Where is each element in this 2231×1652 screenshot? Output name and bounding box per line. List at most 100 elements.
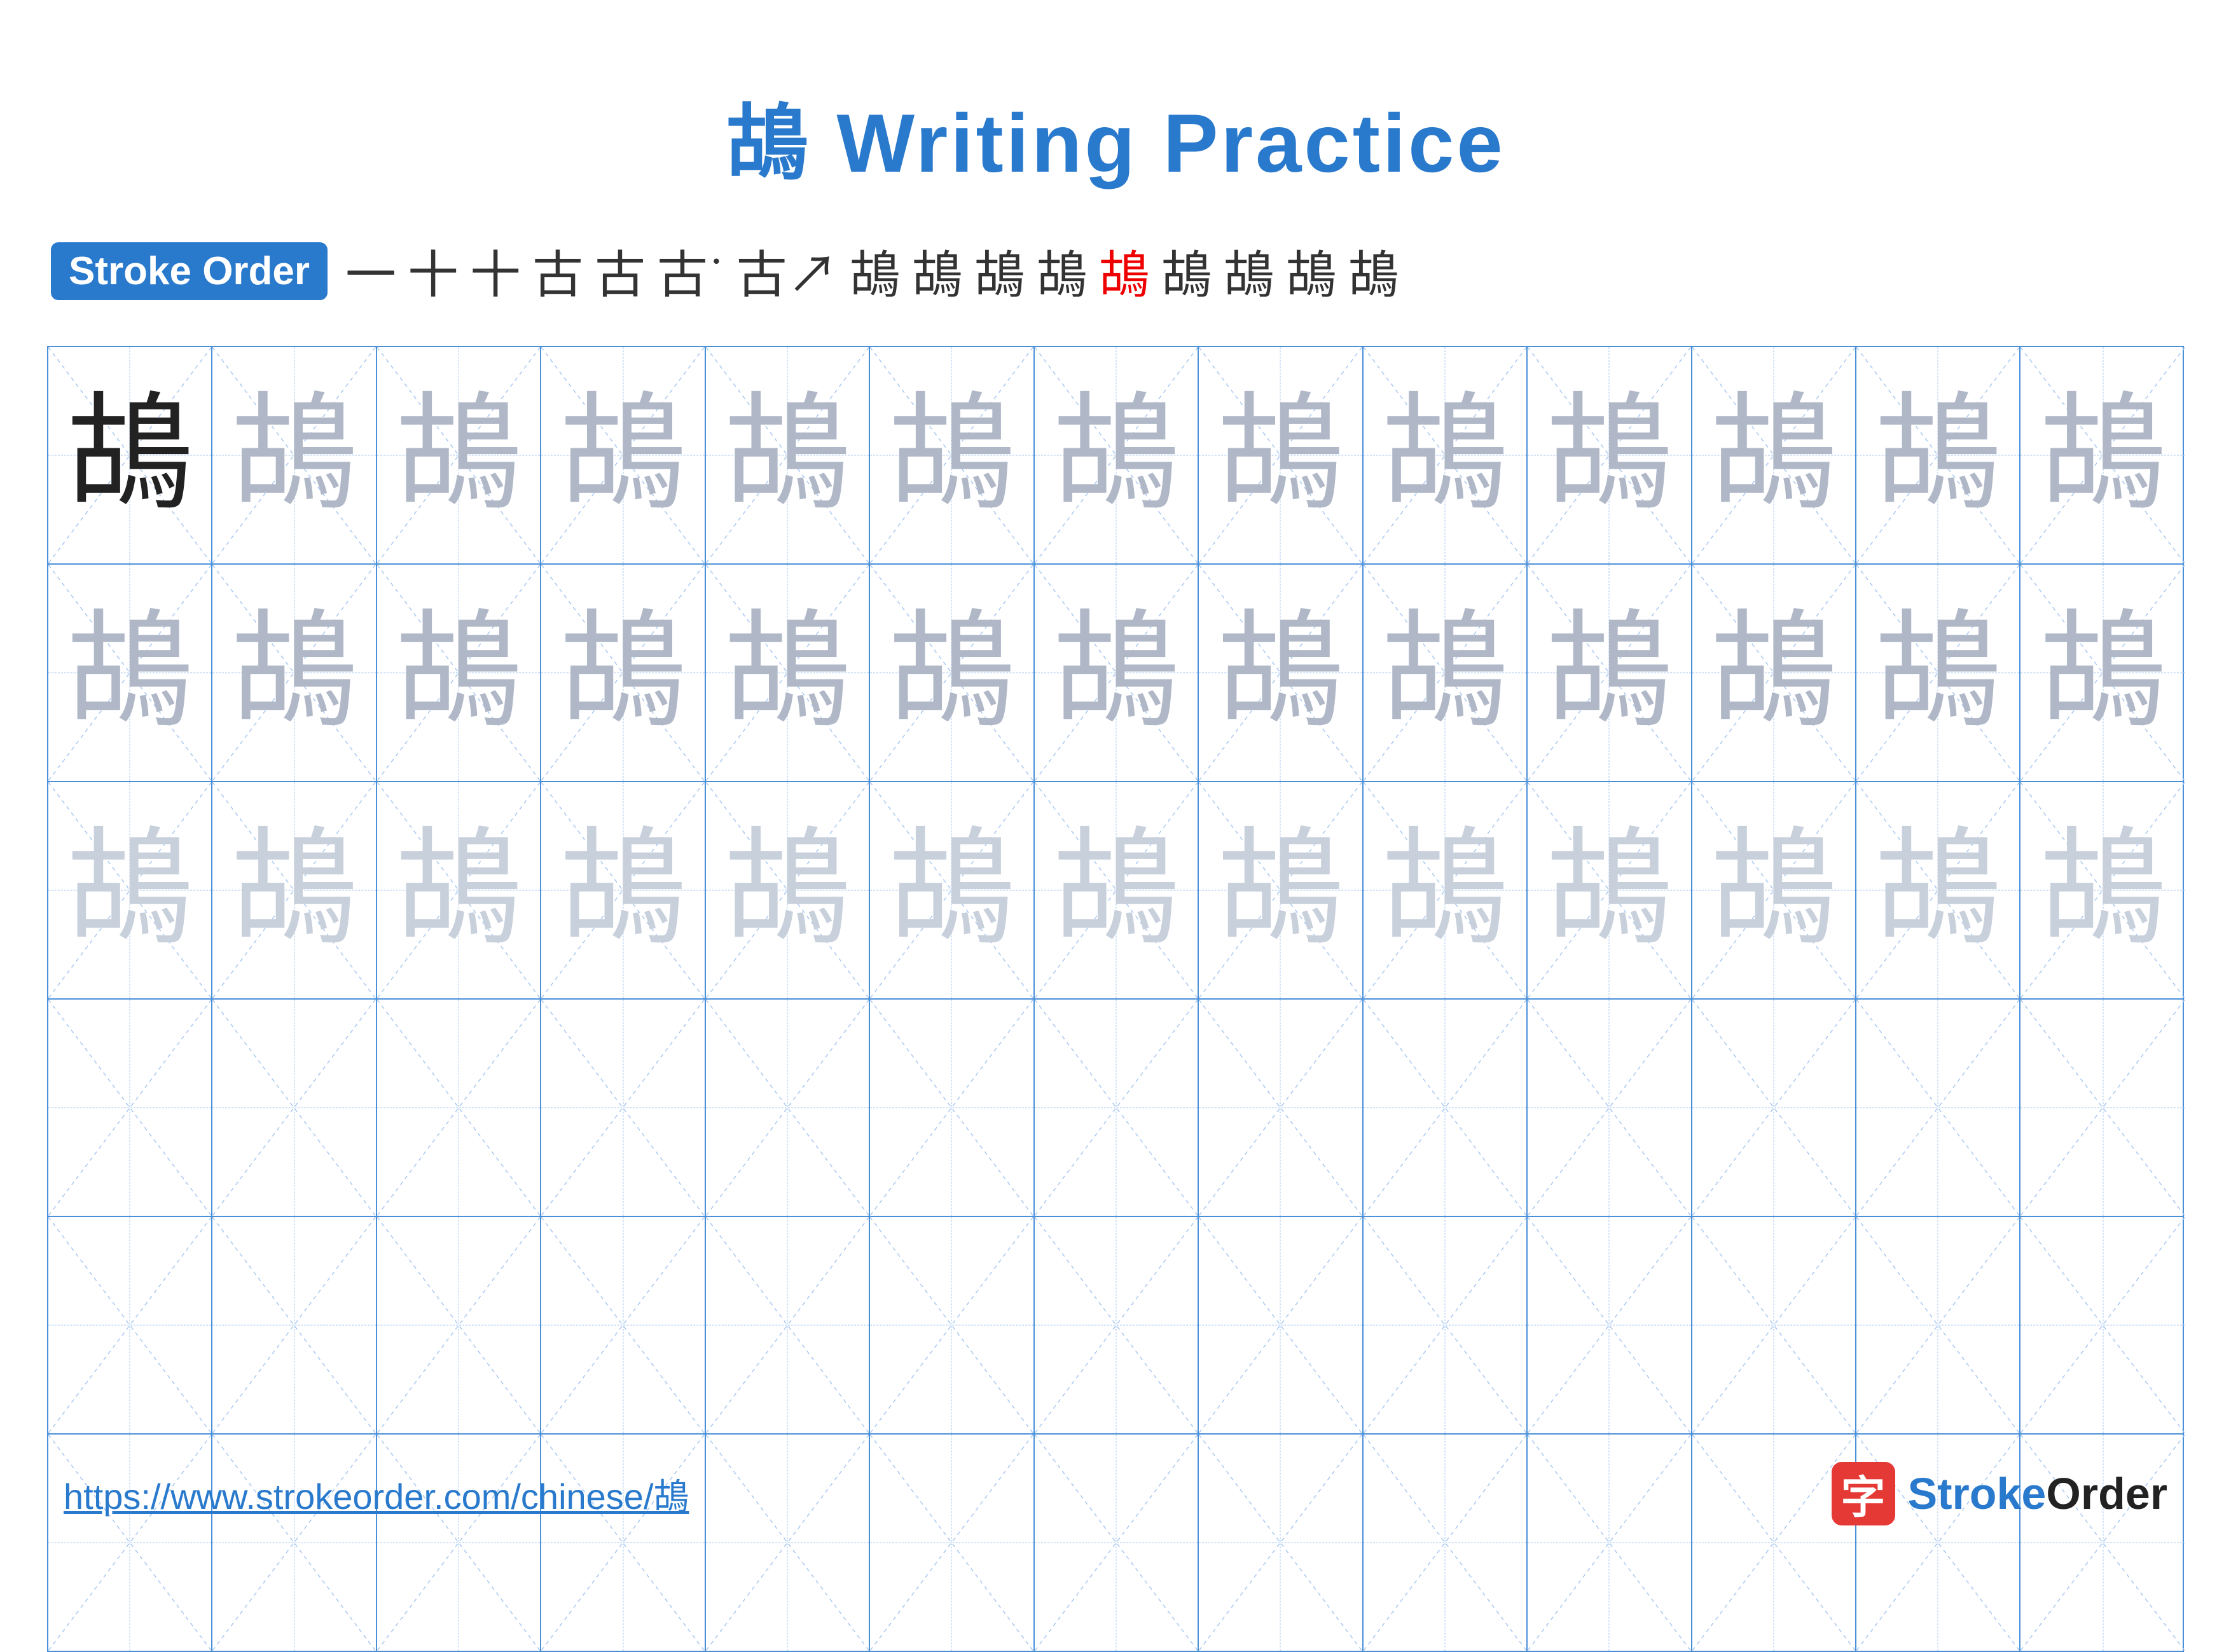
practice-char: 鴣 — [395, 392, 522, 519]
grid-cell[interactable]: 鴣 — [2020, 565, 2185, 781]
practice-char: 鴣 — [724, 609, 851, 736]
grid-row-4 — [48, 1000, 2183, 1217]
grid-cell[interactable] — [1364, 1217, 1528, 1433]
practice-char: 鴣 — [231, 609, 358, 736]
practice-char: 鴣 — [395, 609, 522, 736]
grid-cell[interactable] — [870, 1217, 1034, 1433]
practice-char: 鴣 — [1710, 392, 1837, 519]
grid-cell[interactable]: 鴣 — [870, 347, 1034, 563]
grid-cell[interactable]: 鴣 — [377, 782, 541, 998]
grid-cell[interactable] — [1856, 1000, 2020, 1216]
grid-cell[interactable]: 鴣 — [1528, 347, 1692, 563]
grid-cell[interactable]: 鴣 — [377, 565, 541, 781]
grid-cell[interactable] — [377, 1217, 541, 1433]
grid-cell[interactable] — [212, 1217, 376, 1433]
grid-cell[interactable] — [1199, 1000, 1363, 1216]
grid-cell[interactable]: 鴣 — [706, 347, 870, 563]
grid-cell[interactable] — [2020, 1217, 2185, 1433]
grid-cell[interactable]: 鴣 — [1856, 565, 2020, 781]
grid-cell[interactable]: 鴣 — [1856, 347, 2020, 563]
grid-cell[interactable] — [706, 1217, 870, 1433]
practice-char: 鴣 — [231, 392, 358, 519]
grid-cell[interactable]: 鴣 — [1856, 782, 2020, 998]
grid-cell[interactable]: 鴣 — [48, 782, 212, 998]
grid-cell[interactable]: 鴣 — [1364, 782, 1528, 998]
grid-cell[interactable] — [1528, 1217, 1692, 1433]
grid-cell[interactable]: 鴣 — [1199, 782, 1363, 998]
grid-cell[interactable] — [1528, 1000, 1692, 1216]
stroke-15: 鴣 — [1286, 234, 1337, 308]
grid-cell[interactable] — [1364, 1000, 1528, 1216]
grid-cell[interactable] — [1199, 1217, 1363, 1433]
grid-cell[interactable]: 鴣 — [1528, 782, 1692, 998]
grid-cell[interactable] — [377, 1000, 541, 1216]
brand-order-text: Order — [2046, 1469, 2167, 1518]
grid-cell[interactable] — [541, 1000, 705, 1216]
grid-cell[interactable]: 鴣 — [1692, 347, 1856, 563]
grid-cell[interactable]: 鴣 — [2020, 347, 2185, 563]
practice-char: 鴣 — [1545, 827, 1673, 954]
grid-cell[interactable]: 鴣 — [1035, 347, 1199, 563]
grid-cell[interactable]: 鴣 — [1199, 565, 1363, 781]
grid-cell[interactable]: 鴣 — [212, 347, 376, 563]
grid-cell[interactable]: 鴣 — [706, 782, 870, 998]
grid-cell[interactable] — [541, 1217, 705, 1433]
grid-cell[interactable]: 鴣 — [48, 565, 212, 781]
grid-cell[interactable]: 鴣 — [212, 782, 376, 998]
practice-char: 鴣 — [66, 609, 193, 736]
stroke-8: 鴣 — [850, 234, 901, 308]
practice-char: 鴣 — [888, 392, 1015, 519]
footer-url-link[interactable]: https://www.strokeorder.com/chinese/鴣 — [64, 1468, 689, 1520]
grid-cell[interactable]: 鴣 — [377, 347, 541, 563]
grid-row-1: 鴣 鴣 鴣 鴣 — [48, 347, 2183, 565]
grid-cell[interactable] — [1035, 1000, 1199, 1216]
grid-cell[interactable] — [1692, 1000, 1856, 1216]
practice-char: 鴣 — [560, 609, 687, 736]
grid-cell[interactable]: 鴣 — [212, 565, 376, 781]
grid-cell[interactable]: 鴣 — [1528, 565, 1692, 781]
practice-char: 鴣 — [724, 392, 851, 519]
grid-cell[interactable] — [48, 1000, 212, 1216]
grid-cell[interactable] — [1856, 1217, 2020, 1433]
grid-cell[interactable]: 鴣 — [2020, 782, 2185, 998]
grid-cell[interactable]: 鴣 — [541, 347, 705, 563]
grid-cell[interactable]: 鴣 — [1692, 782, 1856, 998]
grid-cell[interactable] — [1035, 1217, 1199, 1433]
grid-cell[interactable]: 鴣 — [48, 347, 212, 563]
grid-cell[interactable] — [870, 1000, 1034, 1216]
grid-cell[interactable]: 鴣 — [541, 782, 705, 998]
grid-row-3: 鴣 鴣 鴣 鴣 — [48, 782, 2183, 1000]
stroke-14: 鴣 — [1224, 234, 1274, 308]
grid-cell[interactable]: 鴣 — [1364, 565, 1528, 781]
practice-char: 鴣 — [1545, 392, 1673, 519]
grid-cell[interactable]: 鴣 — [1692, 565, 1856, 781]
grid-cell[interactable] — [2020, 1000, 2185, 1216]
brand-name: StrokeOrder — [1908, 1468, 2168, 1519]
stroke-2: 十 — [408, 234, 459, 308]
grid-cell[interactable]: 鴣 — [541, 565, 705, 781]
grid-cell[interactable] — [48, 1217, 212, 1433]
stroke-order-badge: Stroke Order — [51, 242, 328, 300]
stroke-sequence: 一 十 十 古 古 古˙ 古↗ 鴣 鴣 鴣 鴣 鴣 鴣 鴣 鴣 鴣 — [345, 234, 1399, 308]
practice-char: 鴣 — [888, 827, 1015, 954]
page: 鴣 Writing Practice Stroke Order 一 十 十 古 … — [0, 0, 2231, 1576]
practice-char: 鴣 — [724, 827, 851, 954]
practice-char: 鴣 — [1217, 827, 1344, 954]
grid-cell[interactable]: 鴣 — [1035, 565, 1199, 781]
grid-cell[interactable]: 鴣 — [870, 782, 1034, 998]
grid-cell[interactable]: 鴣 — [1364, 347, 1528, 563]
stroke-7: 古↗ — [736, 234, 838, 308]
practice-char: 鴣 — [2040, 609, 2167, 736]
grid-cell[interactable]: 鴣 — [1199, 347, 1363, 563]
brand-icon: 字 — [1832, 1462, 1895, 1525]
grid-cell[interactable]: 鴣 — [706, 565, 870, 781]
practice-char: 鴣 — [2040, 827, 2167, 954]
grid-cell[interactable] — [706, 1000, 870, 1216]
grid-cell[interactable]: 鴣 — [870, 565, 1034, 781]
grid-cell[interactable]: 鴣 — [1035, 782, 1199, 998]
grid-cell[interactable] — [1692, 1217, 1856, 1433]
practice-char: 鴣 — [1545, 609, 1673, 736]
practice-char: 鴣 — [1874, 392, 2001, 519]
stroke-order-row: Stroke Order 一 十 十 古 古 古˙ 古↗ 鴣 鴣 鴣 鴣 鴣 鴣… — [51, 234, 1399, 308]
grid-cell[interactable] — [212, 1000, 376, 1216]
